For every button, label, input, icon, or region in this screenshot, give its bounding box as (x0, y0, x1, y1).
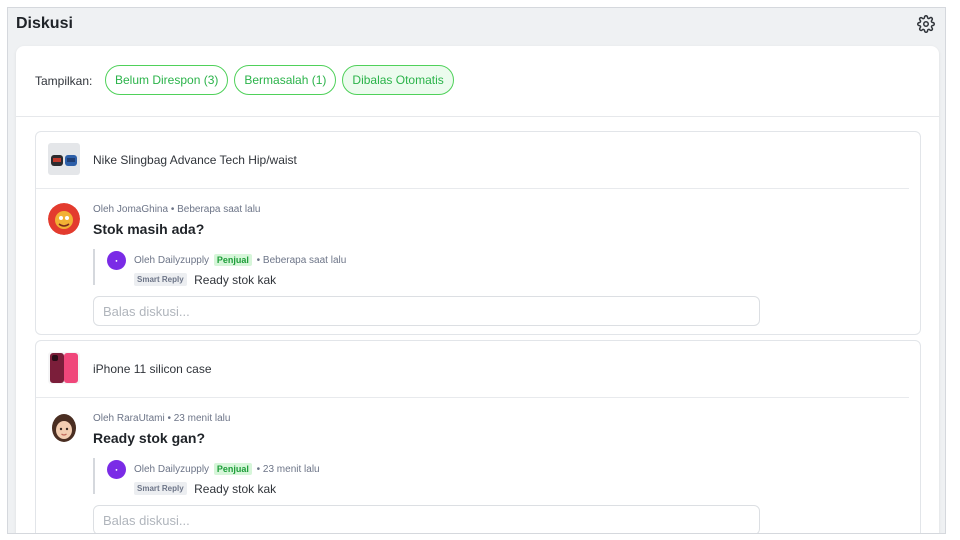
filter-chips: Belum Direspon (3) Bermasalah (1) Dibala… (105, 65, 454, 95)
reply-author: Oleh Dailyzupply (134, 464, 210, 475)
reply-input[interactable] (93, 296, 760, 326)
app-window: Diskusi Tampilkan: Belum Direspon (3) Be… (7, 7, 946, 534)
seller-badge: Penjual (213, 463, 252, 475)
reply-time: • 23 menit lalu (256, 464, 320, 475)
product-name[interactable]: Nike Slingbag Advance Tech Hip/waist (93, 153, 297, 167)
reply-text: Ready stok kak (194, 481, 277, 496)
seller-avatar: ● (107, 460, 126, 479)
question-text: Ready stok gan? (93, 430, 206, 446)
header: Diskusi (8, 8, 945, 44)
avatar (48, 203, 80, 235)
smart-reply-badge: Smart Reply (134, 273, 187, 287)
question-text: Stok masih ada? (93, 221, 205, 237)
gear-icon[interactable] (917, 15, 935, 33)
reply-author: Oleh Dailyzupply (134, 255, 210, 266)
reply-time: • Beberapa saat lalu (256, 255, 347, 266)
product-name[interactable]: iPhone 11 silicon case (93, 362, 212, 376)
question-meta: Oleh JomaGhina • Beberapa saat lalu (93, 204, 261, 215)
seller-badge: Penjual (213, 254, 252, 266)
reply-input[interactable] (93, 505, 760, 533)
filter-chip-belum-direspon[interactable]: Belum Direspon (3) (105, 65, 229, 95)
filter-bar: Tampilkan: Belum Direspon (3) Bermasalah… (16, 46, 939, 117)
discussion-card: Nike Slingbag Advance Tech Hip/waist Ole… (35, 131, 921, 335)
question-meta: Oleh RaraUtami • 23 menit lalu (93, 413, 231, 424)
product-row[interactable]: iPhone 11 silicon case (36, 341, 909, 398)
reply-meta: Oleh Dailyzupply Penjual • 23 menit lalu (134, 463, 320, 475)
reply-meta: Oleh Dailyzupply Penjual • Beberapa saat… (134, 254, 346, 266)
avatar (48, 412, 80, 444)
seller-reply: ● Oleh Dailyzupply Penjual • Beberapa sa… (93, 249, 395, 287)
discussion-card: iPhone 11 silicon case Oleh RaraUtami • … (35, 340, 921, 533)
reply-line: Smart Reply Ready stok kak (134, 271, 276, 289)
product-row[interactable]: Nike Slingbag Advance Tech Hip/waist (36, 132, 909, 189)
filter-chip-bermasalah[interactable]: Bermasalah (1) (234, 65, 337, 95)
seller-reply: ● Oleh Dailyzupply Penjual • 23 menit la… (93, 458, 395, 496)
product-thumbnail (48, 352, 80, 384)
page-title: Diskusi (16, 15, 73, 32)
product-thumbnail (48, 143, 80, 175)
smart-reply-badge: Smart Reply (134, 482, 187, 496)
filter-label: Tampilkan: (35, 74, 93, 88)
seller-avatar: ● (107, 251, 126, 270)
filter-chip-dibalas-otomatis[interactable]: Dibalas Otomatis (342, 65, 454, 95)
discussion-panel: Tampilkan: Belum Direspon (3) Bermasalah… (16, 46, 939, 533)
reply-line: Smart Reply Ready stok kak (134, 480, 276, 498)
reply-text: Ready stok kak (194, 272, 277, 287)
